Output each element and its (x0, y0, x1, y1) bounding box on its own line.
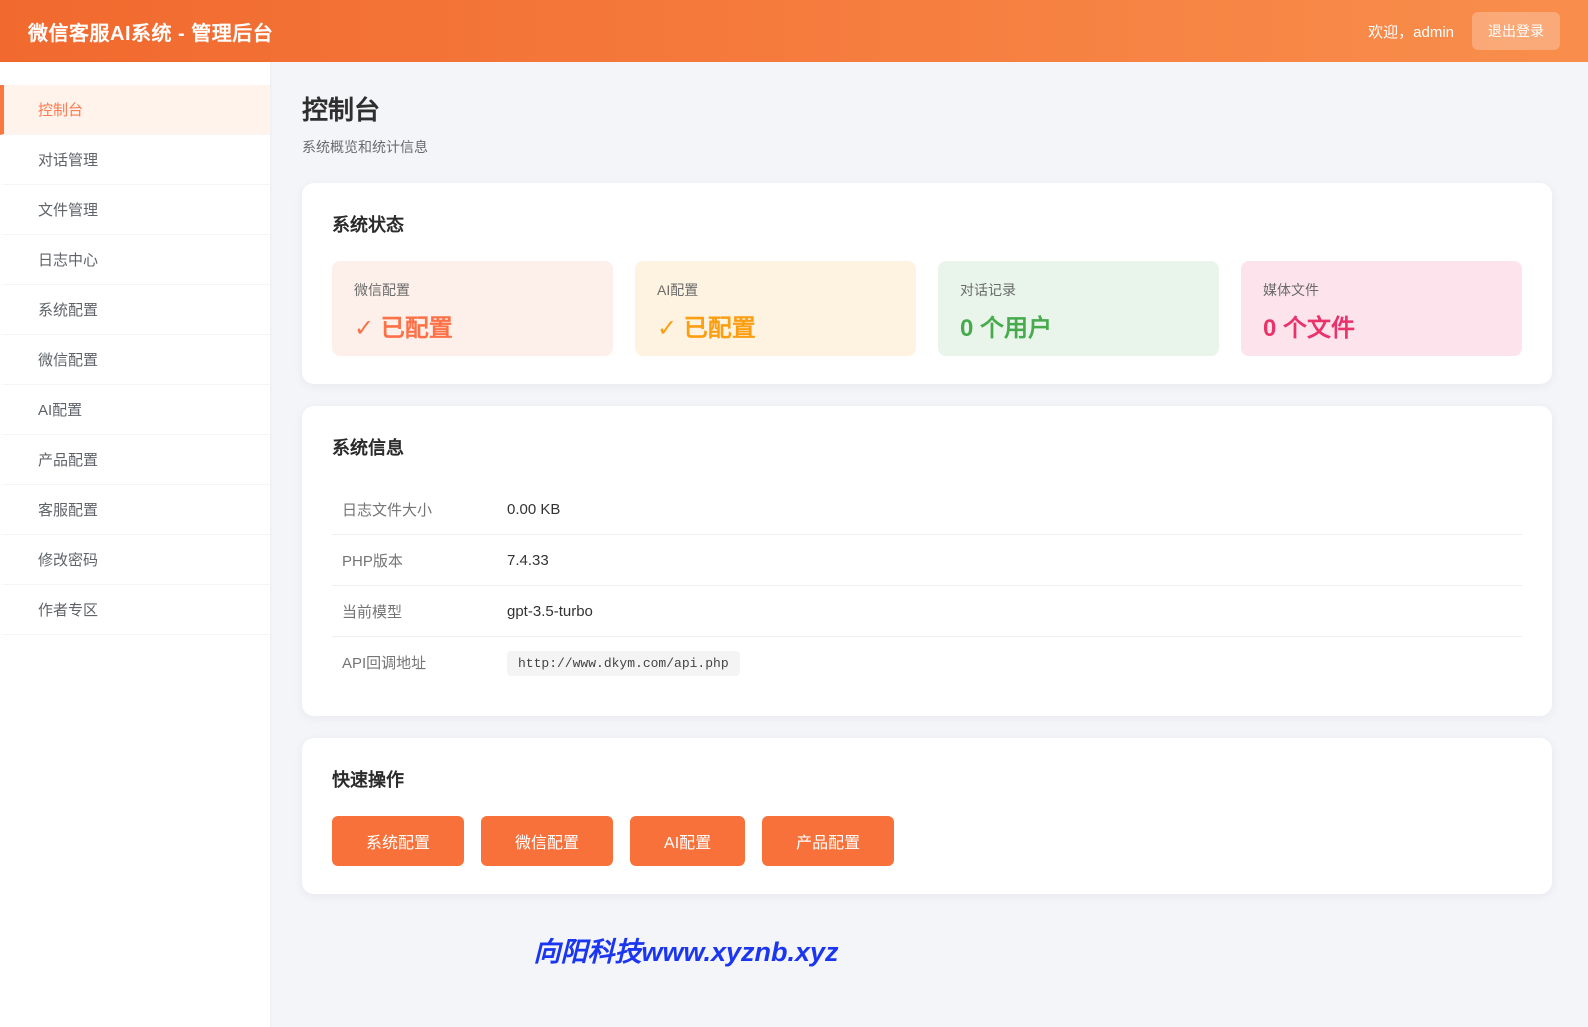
system-info-card: 系统信息 日志文件大小 0.00 KB PHP版本 7.4.33 当前模型 gp… (302, 406, 1552, 716)
sidebar-menu: 控制台 对话管理 文件管理 日志中心 系统配置 微信配置 AI配置 产品配置 客… (0, 85, 270, 635)
system-status-card: 系统状态 微信配置 ✓ 已配置 AI配置 ✓ 已配置 对话记录 0 个用户 媒体… (302, 183, 1552, 384)
quick-action-ai-config[interactable]: AI配置 (630, 816, 746, 866)
sidebar-item-label: 日志中心 (38, 252, 99, 269)
sidebar-item-files[interactable]: 文件管理 (0, 185, 270, 235)
stat-value: 0 个用户 (960, 315, 1053, 342)
stat-label: 对话记录 (960, 282, 1016, 298)
sidebar-item-ai-config[interactable]: AI配置 (0, 385, 270, 435)
sidebar-item-conversations[interactable]: 对话管理 (0, 135, 270, 185)
app-title: 微信客服AI系统 - 管理后台 (28, 22, 274, 45)
sidebar-item-wechat-config[interactable]: 微信配置 (0, 335, 270, 385)
welcome-text: 欢迎，admin (1368, 23, 1454, 41)
info-row-api-callback-url: API回调地址 http://www.dkym.com/api.php (332, 637, 1522, 688)
header-right: 欢迎，admin 退出登录 (1368, 12, 1560, 50)
sidebar-item-label: 对话管理 (38, 152, 99, 169)
info-row-php-version: PHP版本 7.4.33 (332, 535, 1522, 586)
quick-action-wechat-config[interactable]: 微信配置 (481, 816, 614, 866)
info-value: 7.4.33 (507, 551, 549, 569)
logout-button[interactable]: 退出登录 (1472, 12, 1560, 50)
system-status-title: 系统状态 (332, 215, 404, 235)
sidebar-item-author-zone[interactable]: 作者专区 (0, 585, 270, 635)
quick-action-product-config[interactable]: 产品配置 (762, 816, 895, 866)
sidebar-item-product-config[interactable]: 产品配置 (0, 435, 270, 485)
system-info-table: 日志文件大小 0.00 KB PHP版本 7.4.33 当前模型 gpt-3.5… (332, 484, 1522, 688)
stat-card-conversations: 对话记录 0 个用户 (938, 261, 1219, 356)
stat-value: 0 个文件 (1263, 315, 1356, 342)
page-title: 控制台 (302, 95, 381, 125)
info-label: PHP版本 (342, 552, 403, 570)
main-content: 控制台 系统概览和统计信息 系统状态 微信配置 ✓ 已配置 AI配置 ✓ 已配置… (270, 62, 1588, 1027)
sidebar-item-dashboard[interactable]: 控制台 (0, 85, 270, 135)
quick-actions-card: 快速操作 系统配置 微信配置 AI配置 产品配置 (302, 738, 1552, 894)
info-row-current-model: 当前模型 gpt-3.5-turbo (332, 586, 1522, 637)
info-label: 日志文件大小 (342, 501, 433, 519)
sidebar-item-label: 控制台 (38, 102, 84, 119)
sidebar-item-system-config[interactable]: 系统配置 (0, 285, 270, 335)
watermark-text: 向阳科技www.xyznb.xyz (533, 937, 839, 967)
sidebar-item-label: 修改密码 (38, 552, 99, 569)
info-value: gpt-3.5-turbo (507, 602, 593, 620)
info-label: API回调地址 (342, 655, 427, 672)
sidebar-item-change-password[interactable]: 修改密码 (0, 535, 270, 585)
sidebar-item-label: 系统配置 (38, 302, 99, 319)
sidebar-item-label: AI配置 (38, 402, 83, 419)
stat-value: ✓ 已配置 (657, 315, 756, 342)
sidebar-item-label: 文件管理 (38, 202, 99, 219)
app-header: 微信客服AI系统 - 管理后台 欢迎，admin 退出登录 (0, 0, 1588, 62)
api-callback-url: http://www.dkym.com/api.php (507, 651, 740, 676)
footer: 向阳科技www.xyznb.xyz (302, 930, 1070, 969)
info-value: 0.00 KB (507, 500, 561, 518)
stat-card-ai-config: AI配置 ✓ 已配置 (635, 261, 916, 356)
stat-label: 微信配置 (354, 282, 410, 298)
sidebar-item-label: 产品配置 (38, 452, 99, 469)
sidebar-item-label: 微信配置 (38, 352, 99, 369)
sidebar: 控制台 对话管理 文件管理 日志中心 系统配置 微信配置 AI配置 产品配置 客… (0, 62, 270, 1027)
stats-row: 微信配置 ✓ 已配置 AI配置 ✓ 已配置 对话记录 0 个用户 媒体文件 0 … (332, 261, 1522, 356)
sidebar-item-label: 作者专区 (38, 602, 99, 619)
sidebar-item-logs[interactable]: 日志中心 (0, 235, 270, 285)
stat-value: ✓ 已配置 (354, 315, 453, 342)
quick-actions-title: 快速操作 (332, 770, 404, 790)
page-subtitle: 系统概览和统计信息 (302, 139, 428, 155)
info-row-log-file-size: 日志文件大小 0.00 KB (332, 484, 1522, 535)
main-layout: 控制台 对话管理 文件管理 日志中心 系统配置 微信配置 AI配置 产品配置 客… (0, 62, 1588, 1027)
stat-card-wechat-config: 微信配置 ✓ 已配置 (332, 261, 613, 356)
quick-action-system-config[interactable]: 系统配置 (332, 816, 465, 866)
stat-label: AI配置 (657, 282, 699, 298)
sidebar-item-service-config[interactable]: 客服配置 (0, 485, 270, 535)
quick-actions-row: 系统配置 微信配置 AI配置 产品配置 (332, 816, 1522, 866)
system-info-title: 系统信息 (332, 438, 404, 458)
info-label: 当前模型 (342, 603, 403, 621)
sidebar-item-label: 客服配置 (38, 502, 99, 519)
stat-label: 媒体文件 (1263, 282, 1319, 298)
stat-card-media-files: 媒体文件 0 个文件 (1241, 261, 1522, 356)
